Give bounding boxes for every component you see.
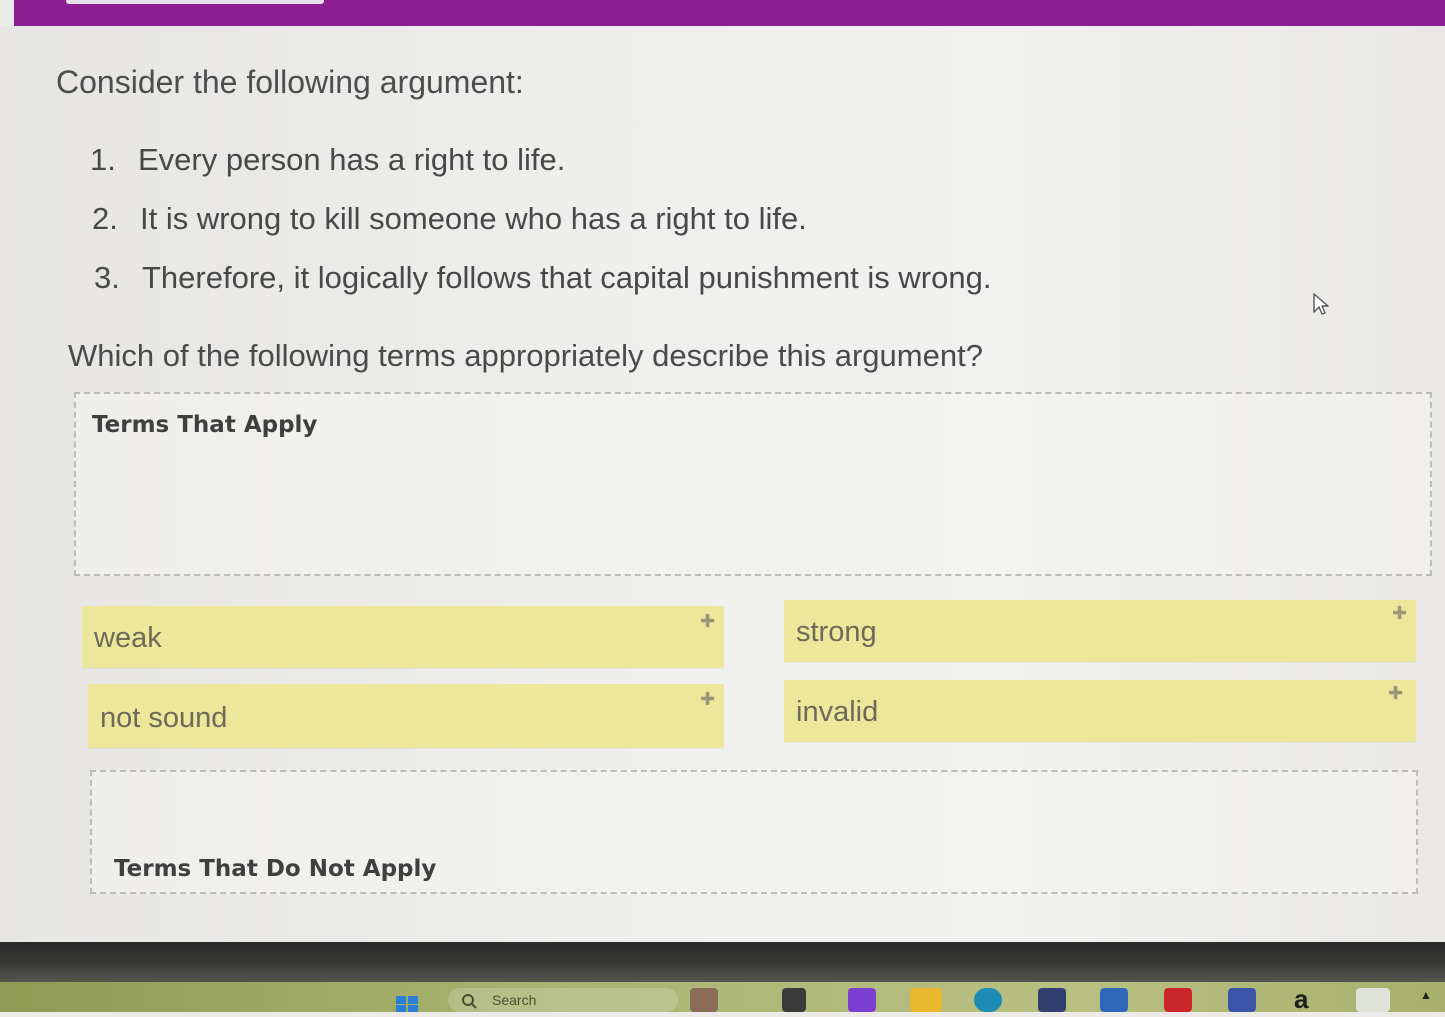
monitor-bezel <box>0 942 1445 982</box>
windows-start-icon[interactable] <box>392 988 422 1012</box>
task-view-icon[interactable] <box>782 988 806 1012</box>
teams-icon[interactable] <box>1228 988 1256 1012</box>
premise-text: Therefore, it logically follows that cap… <box>142 260 992 295</box>
widgets-icon[interactable] <box>690 988 718 1012</box>
term-label: weak <box>94 622 162 654</box>
term-tile-strong[interactable]: strong ✚ <box>784 600 1416 662</box>
search-placeholder: Search <box>492 992 537 1008</box>
store-icon[interactable] <box>1038 988 1066 1012</box>
amazon-icon[interactable]: a <box>1294 984 1308 1015</box>
premise-item: 2. It is wrong to kill someone who has a … <box>92 201 807 237</box>
plus-icon[interactable]: ✚ <box>700 612 715 630</box>
copilot-icon[interactable] <box>848 988 876 1012</box>
premise-item: 3. Therefore, it logically follows that c… <box>94 260 991 296</box>
file-explorer-icon[interactable] <box>910 988 942 1012</box>
taskbar-search-box[interactable]: Search <box>448 988 678 1012</box>
course-header-bar <box>14 0 1445 26</box>
premise-number: 3. <box>94 260 120 295</box>
term-tile-invalid[interactable]: invalid ✚ <box>784 680 1416 742</box>
argument-prompt: Consider the following argument: <box>56 64 524 100</box>
term-label: strong <box>796 616 877 648</box>
calculator-icon[interactable] <box>1100 988 1128 1012</box>
term-tile-not-sound[interactable]: not sound ✚ <box>88 684 724 748</box>
terms-that-apply-dropzone[interactable]: Terms That Apply <box>74 392 1432 576</box>
header-tab[interactable] <box>66 0 324 4</box>
search-icon <box>462 994 477 1009</box>
dropzone-title: Terms That Apply <box>92 412 318 438</box>
plus-icon[interactable]: ✚ <box>1388 684 1403 702</box>
edge-icon[interactable] <box>974 988 1002 1012</box>
plus-icon[interactable]: ✚ <box>1392 604 1407 622</box>
premise-text: Every person has a right to life. <box>138 142 566 177</box>
taskbar: Search a ▲ <box>0 982 1445 1015</box>
question-text: Which of the following terms appropriate… <box>68 338 983 373</box>
premise-item: 1. Every person has a right to life. <box>90 142 565 178</box>
mouse-pointer-icon <box>1313 293 1329 315</box>
premise-number: 2. <box>92 201 118 236</box>
mcafee-icon[interactable] <box>1164 988 1192 1012</box>
premise-text: It is wrong to kill someone who has a ri… <box>140 201 807 236</box>
plus-icon[interactable]: ✚ <box>700 690 715 708</box>
term-label: not sound <box>100 702 228 734</box>
dropzone-title: Terms That Do Not Apply <box>114 856 437 882</box>
premise-number: 1. <box>90 142 116 177</box>
tablet-icon[interactable] <box>1356 988 1390 1012</box>
term-tile-weak[interactable]: weak ✚ <box>82 606 724 668</box>
terms-that-do-not-apply-dropzone[interactable]: Terms That Do Not Apply <box>90 770 1418 894</box>
tray-chevron-icon[interactable]: ▲ <box>1420 988 1436 1012</box>
term-label: invalid <box>796 696 879 728</box>
